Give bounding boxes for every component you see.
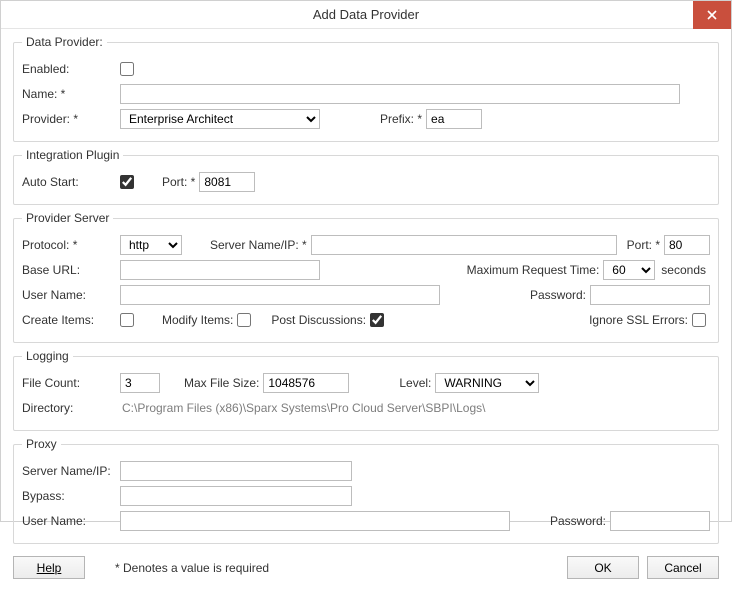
proxy-password-field[interactable]: [610, 511, 710, 531]
proxy-username-label: User Name:: [22, 514, 120, 528]
createitems-checkbox[interactable]: [120, 313, 134, 327]
ps-port-label: Port: *: [627, 238, 660, 252]
integration-port-field[interactable]: [199, 172, 255, 192]
directory-label: Directory:: [22, 401, 120, 415]
maxfilesize-field[interactable]: [263, 373, 349, 393]
proxy-bypass-label: Bypass:: [22, 489, 120, 503]
postdiscussions-label: Post Discussions:: [271, 313, 366, 327]
legend-integration: Integration Plugin: [22, 148, 123, 162]
ps-servername-field[interactable]: [311, 235, 617, 255]
baseurl-label: Base URL:: [22, 263, 120, 277]
proxy-password-label: Password:: [550, 514, 606, 528]
ps-port-field[interactable]: [664, 235, 710, 255]
modifyitems-checkbox[interactable]: [237, 313, 251, 327]
group-proxy: Proxy Server Name/IP: Bypass: User Name:…: [13, 437, 719, 544]
legend-provider-server: Provider Server: [22, 211, 113, 225]
legend-proxy: Proxy: [22, 437, 61, 451]
provider-label: Provider: *: [22, 112, 120, 126]
protocol-select[interactable]: http: [120, 235, 182, 255]
legend-logging: Logging: [22, 349, 73, 363]
window-title: Add Data Provider: [313, 7, 419, 22]
close-icon: [707, 10, 717, 20]
ps-password-field[interactable]: [590, 285, 710, 305]
help-button[interactable]: Help: [13, 556, 85, 579]
legend-data-provider: Data Provider:: [22, 35, 107, 49]
ps-username-label: User Name:: [22, 288, 120, 302]
postdiscussions-checkbox[interactable]: [370, 313, 384, 327]
directory-value: C:\Program Files (x86)\Sparx Systems\Pro…: [120, 401, 485, 415]
enabled-label: Enabled:: [22, 62, 120, 76]
proxy-username-field[interactable]: [120, 511, 510, 531]
modifyitems-label: Modify Items:: [162, 313, 233, 327]
proxy-servername-field[interactable]: [120, 461, 352, 481]
help-button-label: Help: [37, 561, 62, 575]
loglevel-label: Level:: [399, 376, 431, 390]
maxfilesize-label: Max File Size:: [184, 376, 259, 390]
maxreqtime-select[interactable]: 60: [603, 260, 655, 280]
required-note: * Denotes a value is required: [115, 561, 269, 575]
integration-port-label: Port: *: [162, 175, 195, 189]
ps-servername-label: Server Name/IP: *: [210, 238, 307, 252]
filecount-field[interactable]: [120, 373, 160, 393]
prefix-label: Prefix: *: [380, 112, 422, 126]
maxreqtime-label: Maximum Request Time:: [467, 263, 600, 277]
loglevel-select[interactable]: WARNING: [435, 373, 539, 393]
seconds-label: seconds: [661, 263, 706, 277]
proxy-bypass-field[interactable]: [120, 486, 352, 506]
group-logging: Logging File Count: Max File Size: Level…: [13, 349, 719, 431]
enabled-checkbox[interactable]: [120, 62, 134, 76]
autostart-checkbox[interactable]: [120, 175, 134, 189]
ok-button[interactable]: OK: [567, 556, 639, 579]
ignoressl-checkbox[interactable]: [692, 313, 706, 327]
ignoressl-label: Ignore SSL Errors:: [589, 313, 688, 327]
group-integration-plugin: Integration Plugin Auto Start: Port: *: [13, 148, 719, 205]
footer: Help * Denotes a value is required OK Ca…: [1, 550, 731, 589]
close-button[interactable]: [693, 1, 731, 29]
group-data-provider: Data Provider: Enabled: Name: * Provider…: [13, 35, 719, 142]
title-bar: Add Data Provider: [1, 1, 731, 29]
ps-username-field[interactable]: [120, 285, 440, 305]
name-field[interactable]: [120, 84, 680, 104]
ps-password-label: Password:: [530, 288, 586, 302]
proxy-servername-label: Server Name/IP:: [22, 464, 120, 478]
baseurl-field[interactable]: [120, 260, 320, 280]
protocol-label: Protocol: *: [22, 238, 120, 252]
provider-select[interactable]: Enterprise Architect: [120, 109, 320, 129]
filecount-label: File Count:: [22, 376, 120, 390]
prefix-field[interactable]: [426, 109, 482, 129]
group-provider-server: Provider Server Protocol: * http Server …: [13, 211, 719, 343]
name-label: Name: *: [22, 87, 120, 101]
autostart-label: Auto Start:: [22, 175, 120, 189]
createitems-label: Create Items:: [22, 313, 120, 327]
cancel-button[interactable]: Cancel: [647, 556, 719, 579]
